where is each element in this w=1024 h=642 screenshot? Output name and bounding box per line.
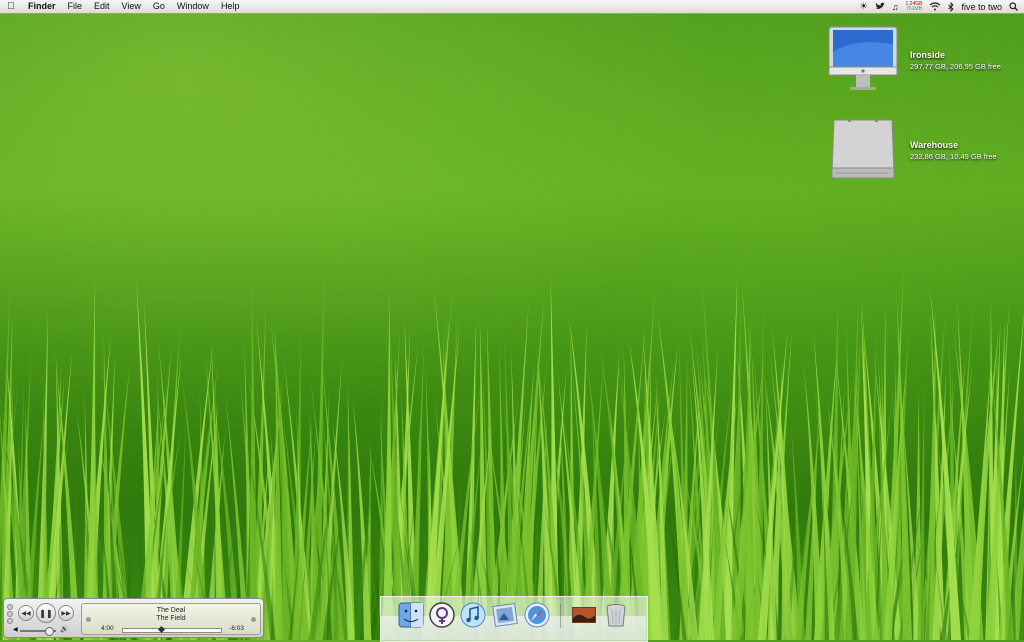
menu-bar:  Finder File Edit View Go Window Help ☀… [0, 0, 1024, 14]
finder-icon[interactable] [398, 602, 424, 628]
volume-info: 232.86 GB, 10.49 GB free [910, 152, 997, 161]
itunes-mini-player: ◀◀ ❚❚ ▶▶ ◀ 🔊 The Deal The Field 4:00 -6:… [3, 598, 264, 638]
remaining-time: -6:03 [229, 625, 244, 632]
menu-go[interactable]: Go [147, 0, 171, 13]
now-playing-display: The Deal The Field 4:00 -6:03 [81, 603, 261, 635]
close-dot-icon[interactable] [7, 604, 13, 610]
rewind-icon: ◀◀ [21, 610, 31, 617]
menu-finder[interactable]: Finder [22, 0, 62, 13]
twitter-bird-icon[interactable] [875, 2, 885, 11]
volume-knob[interactable] [45, 627, 54, 636]
progress-track[interactable] [122, 625, 222, 634]
desktop-item-ironside[interactable]: Ironside 297.77 GB, 206.95 GB free [828, 26, 1001, 96]
trash-icon[interactable] [603, 602, 629, 628]
play-pause-button[interactable]: ❚❚ [36, 603, 56, 623]
grass-wallpaper [0, 264, 1024, 640]
brightness-icon[interactable]: ☀ [860, 1, 868, 12]
previous-track-button[interactable]: ◀◀ [18, 605, 34, 621]
imac-icon [828, 26, 898, 90]
menu-window[interactable]: Window [171, 0, 215, 13]
minimize-dot-icon[interactable] [7, 611, 13, 617]
hard-drive-icon [831, 119, 895, 179]
memory-meter[interactable]: 1.24GB 761MB [906, 1, 923, 12]
playhead[interactable] [157, 625, 166, 634]
memory-free: 761MB [906, 5, 922, 12]
photos-stack-icon[interactable] [571, 602, 597, 628]
fast-forward-icon: ▶▶ [61, 610, 71, 617]
menu-help[interactable]: Help [215, 0, 246, 13]
zoom-dot-icon[interactable] [7, 618, 13, 624]
bluetooth-icon[interactable] [948, 1, 955, 12]
desktop-item-warehouse[interactable]: Warehouse 232.86 GB, 10.49 GB free [828, 116, 997, 186]
menu-file[interactable]: File [62, 0, 89, 13]
next-track-button[interactable]: ▶▶ [58, 605, 74, 621]
elapsed-time: 4:00 [101, 625, 114, 632]
itunes-icon[interactable] [460, 602, 486, 628]
volume-high-icon: 🔊 [60, 626, 69, 633]
desktop-item-warehouse-label: Warehouse 232.86 GB, 10.49 GB free [910, 140, 997, 162]
menu-clock[interactable]: five to two [961, 2, 1002, 12]
song-artist: The Field [156, 615, 186, 622]
music-note-icon[interactable]: ♫ [892, 2, 899, 12]
pause-icon: ❚❚ [39, 608, 53, 618]
spotlight-search-icon[interactable] [1009, 2, 1018, 11]
volume-name: Ironside [910, 50, 946, 60]
menu-edit[interactable]: Edit [88, 0, 116, 13]
apple-menu-icon[interactable]:  [0, 1, 22, 12]
dock-separator [560, 604, 561, 628]
safari-icon[interactable] [524, 602, 550, 628]
menu-view[interactable]: View [116, 0, 147, 13]
status-area: ☀ ♫ 1.24GB 761MB five to two [860, 0, 1018, 13]
wifi-icon[interactable] [929, 2, 941, 11]
volume-slider[interactable] [20, 627, 56, 636]
volume-name: Warehouse [910, 140, 959, 150]
song-title: The Deal [156, 607, 186, 614]
adium-icon[interactable] [429, 602, 455, 628]
volume-info: 297.77 GB, 206.95 GB free [910, 62, 1001, 71]
desktop-item-ironside-label: Ironside 297.77 GB, 206.95 GB free [910, 50, 1001, 72]
volume-low-icon: ◀ [13, 627, 18, 633]
preview-icon[interactable] [492, 602, 518, 628]
